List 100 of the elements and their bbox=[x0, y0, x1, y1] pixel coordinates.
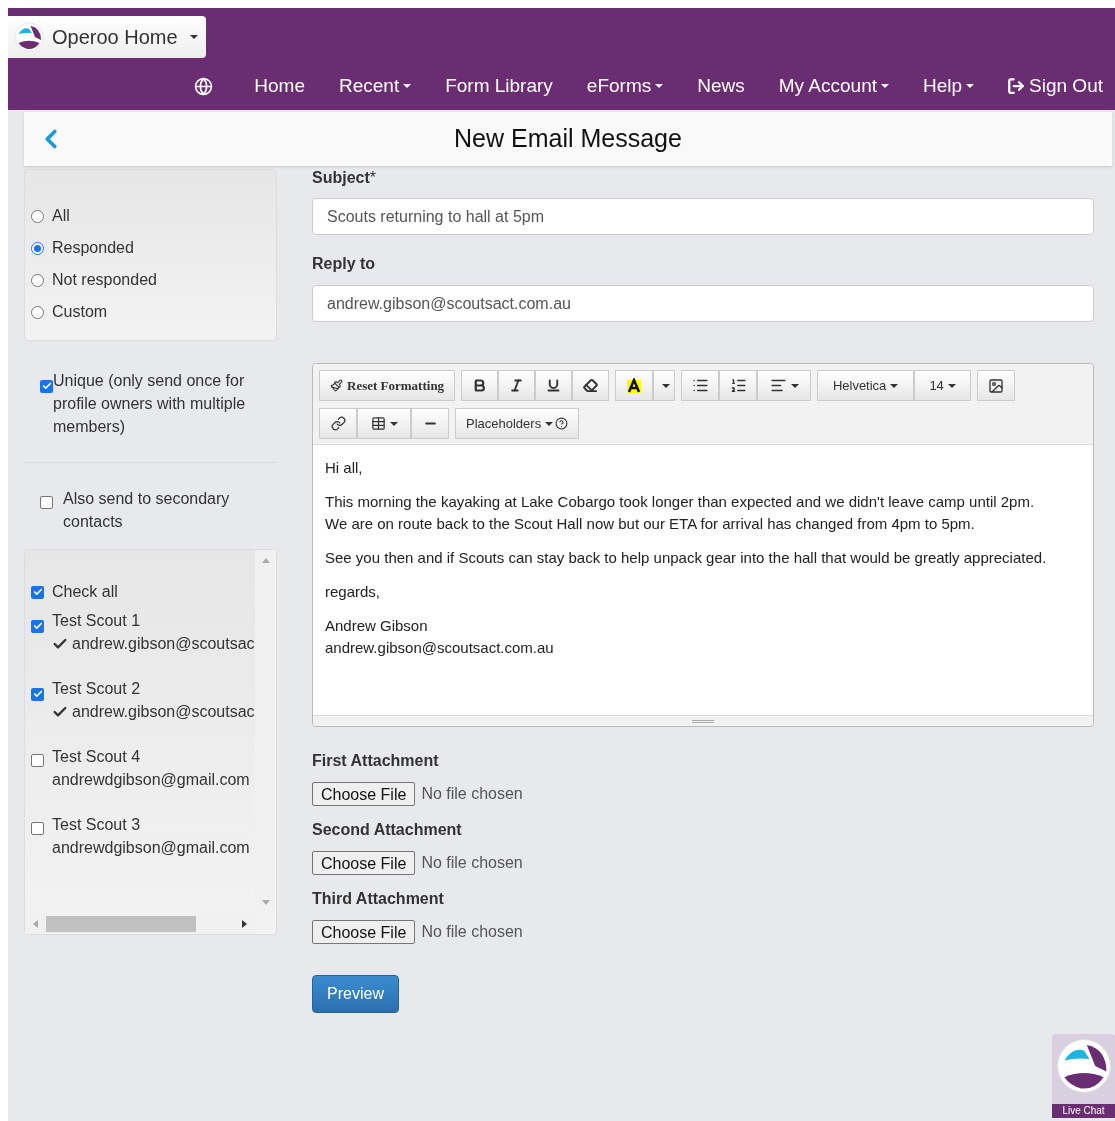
table-icon bbox=[370, 416, 386, 431]
link-button[interactable] bbox=[319, 408, 357, 439]
align-button[interactable] bbox=[757, 370, 812, 401]
logo-icon bbox=[14, 22, 44, 52]
color-dropdown[interactable] bbox=[653, 370, 676, 401]
recipient-email: andrewdgibson@gmail.com bbox=[52, 770, 250, 790]
unique-checkbox[interactable] bbox=[40, 379, 53, 393]
bold-button[interactable] bbox=[461, 370, 499, 401]
reply-to-field[interactable]: andrew.gibson@scoutsact.com.au bbox=[312, 285, 1094, 322]
caret-icon bbox=[389, 421, 398, 426]
nav-link[interactable]: Home bbox=[237, 71, 322, 101]
nav-link[interactable]: My Account bbox=[761, 71, 906, 101]
bullet-list-button[interactable] bbox=[681, 370, 720, 401]
recipient-name: Test Scout 1 bbox=[52, 611, 142, 631]
caret-icon bbox=[662, 383, 671, 388]
caret-icon bbox=[881, 84, 889, 88]
table-button[interactable] bbox=[357, 408, 411, 439]
link-icon bbox=[330, 416, 346, 431]
radio-button[interactable] bbox=[31, 305, 44, 319]
italic-icon bbox=[509, 378, 525, 393]
nav-link[interactable]: Recent bbox=[321, 71, 429, 101]
recipient-checkbox[interactable] bbox=[31, 687, 44, 701]
size-dropdown[interactable]: 14 bbox=[914, 370, 972, 401]
brush-icon bbox=[330, 379, 343, 392]
caret-icon bbox=[947, 383, 956, 388]
body-text: This morning the kayaking at Lake Cobargo took longer than expected and we didn't leave camp until 2pm. bbox=[325, 492, 1036, 512]
radio-label: All bbox=[52, 206, 70, 226]
caret-icon bbox=[189, 35, 198, 39]
recipient-name: Test Scout 3 bbox=[52, 815, 142, 835]
eraser-icon bbox=[583, 378, 599, 393]
unique-label: Unique (only send once for profile owners with multiple members) bbox=[53, 371, 247, 437]
radio-label: Responded bbox=[52, 238, 134, 258]
preview-button[interactable]: Preview bbox=[312, 975, 399, 1013]
choose-file-button[interactable]: Choose File bbox=[312, 851, 416, 875]
numbered-list-icon bbox=[729, 377, 747, 394]
help-icon bbox=[555, 417, 569, 430]
caret-icon bbox=[966, 84, 975, 88]
sign-out-link[interactable]: Sign Out bbox=[991, 71, 1103, 101]
bullet-list-icon bbox=[691, 377, 709, 394]
caret-icon bbox=[545, 421, 554, 426]
image-button[interactable] bbox=[977, 370, 1016, 401]
text-color-button[interactable] bbox=[615, 370, 654, 401]
nav-link[interactable]: Form Library bbox=[428, 71, 570, 101]
recipient-checkbox[interactable] bbox=[31, 822, 44, 835]
caret-icon bbox=[403, 84, 412, 88]
choose-file-button[interactable]: Choose File bbox=[312, 920, 416, 944]
body-text: Andrew Gibson bbox=[325, 616, 429, 636]
radio-button[interactable] bbox=[31, 273, 44, 287]
attachment-label: Third Attachment bbox=[312, 889, 445, 909]
live-chat-button[interactable]: Live Chat bbox=[1052, 1034, 1115, 1118]
body-text: Hi all, bbox=[325, 458, 364, 478]
choose-file-button[interactable]: Choose File bbox=[312, 782, 416, 806]
align-icon bbox=[769, 377, 787, 394]
italic-button[interactable] bbox=[498, 370, 536, 401]
body-text: regards, bbox=[325, 582, 382, 602]
reset-formatting-button[interactable]: Reset Formatting bbox=[319, 370, 456, 401]
secondary-checkbox[interactable] bbox=[40, 496, 53, 509]
numbered-list-button[interactable] bbox=[719, 370, 758, 401]
brand-menu[interactable]: Operoo Home bbox=[8, 16, 206, 58]
file-status: No file chosen bbox=[421, 853, 523, 873]
body-text: andrew.gibson@scoutsact.com.au bbox=[325, 638, 555, 658]
file-status: No file chosen bbox=[421, 922, 523, 942]
body-text: We are on route back to the Scout Hall now but our ETA for arrival has changed from 4pm to 5pm. bbox=[325, 514, 976, 534]
placeholders-dropdown[interactable]: Placeholders bbox=[455, 408, 580, 439]
bold-icon bbox=[472, 378, 488, 393]
recipient-name: Test Scout 4 bbox=[52, 747, 142, 767]
radio-button[interactable] bbox=[31, 209, 44, 223]
nav-link[interactable]: eForms bbox=[569, 71, 681, 101]
recipient-checkbox[interactable] bbox=[31, 619, 44, 633]
resize-handle[interactable] bbox=[313, 715, 1093, 726]
file-status: No file chosen bbox=[421, 784, 523, 804]
radio-button[interactable] bbox=[31, 241, 44, 255]
rule-button[interactable] bbox=[411, 408, 449, 439]
sign-out-icon bbox=[1007, 77, 1026, 95]
recipient-name: Test Scout 2 bbox=[52, 679, 142, 699]
eraser-button[interactable] bbox=[572, 370, 610, 401]
recipient-email: andrew.gibson@scoutsac bbox=[72, 702, 255, 722]
caret-icon bbox=[655, 84, 664, 88]
underline-icon bbox=[546, 378, 562, 393]
subject-label: Subject* bbox=[312, 169, 377, 186]
radio-label: Custom bbox=[52, 302, 108, 322]
globe-icon[interactable] bbox=[194, 76, 214, 96]
check-all-label: Check all bbox=[52, 582, 118, 602]
logo-icon bbox=[1055, 1038, 1112, 1094]
reply-to-label: Reply to bbox=[312, 254, 377, 274]
subject-field[interactable]: Scouts returning to hall at 5pm bbox=[312, 198, 1094, 235]
text-color-icon bbox=[626, 377, 643, 394]
recipient-email: andrew.gibson@scoutsac bbox=[72, 634, 255, 654]
font-dropdown[interactable]: Helvetica bbox=[817, 370, 915, 401]
page-title: New Email Message bbox=[453, 123, 683, 155]
body-text: See you then and if Scouts can stay back to help unpack gear into the hall that would be greatly appreciated. bbox=[325, 548, 1048, 568]
nav-link[interactable]: News bbox=[680, 71, 762, 101]
attachment-label: First Attachment bbox=[312, 751, 440, 771]
nav-link[interactable]: Help bbox=[906, 71, 992, 101]
secondary-label: Also send to secondary contacts bbox=[63, 489, 231, 532]
recipient-email: andrewdgibson@gmail.com bbox=[52, 838, 250, 858]
caret-icon bbox=[890, 383, 899, 388]
recipient-checkbox[interactable] bbox=[31, 754, 44, 767]
underline-button[interactable] bbox=[535, 370, 573, 401]
check-all-checkbox[interactable] bbox=[31, 585, 44, 599]
